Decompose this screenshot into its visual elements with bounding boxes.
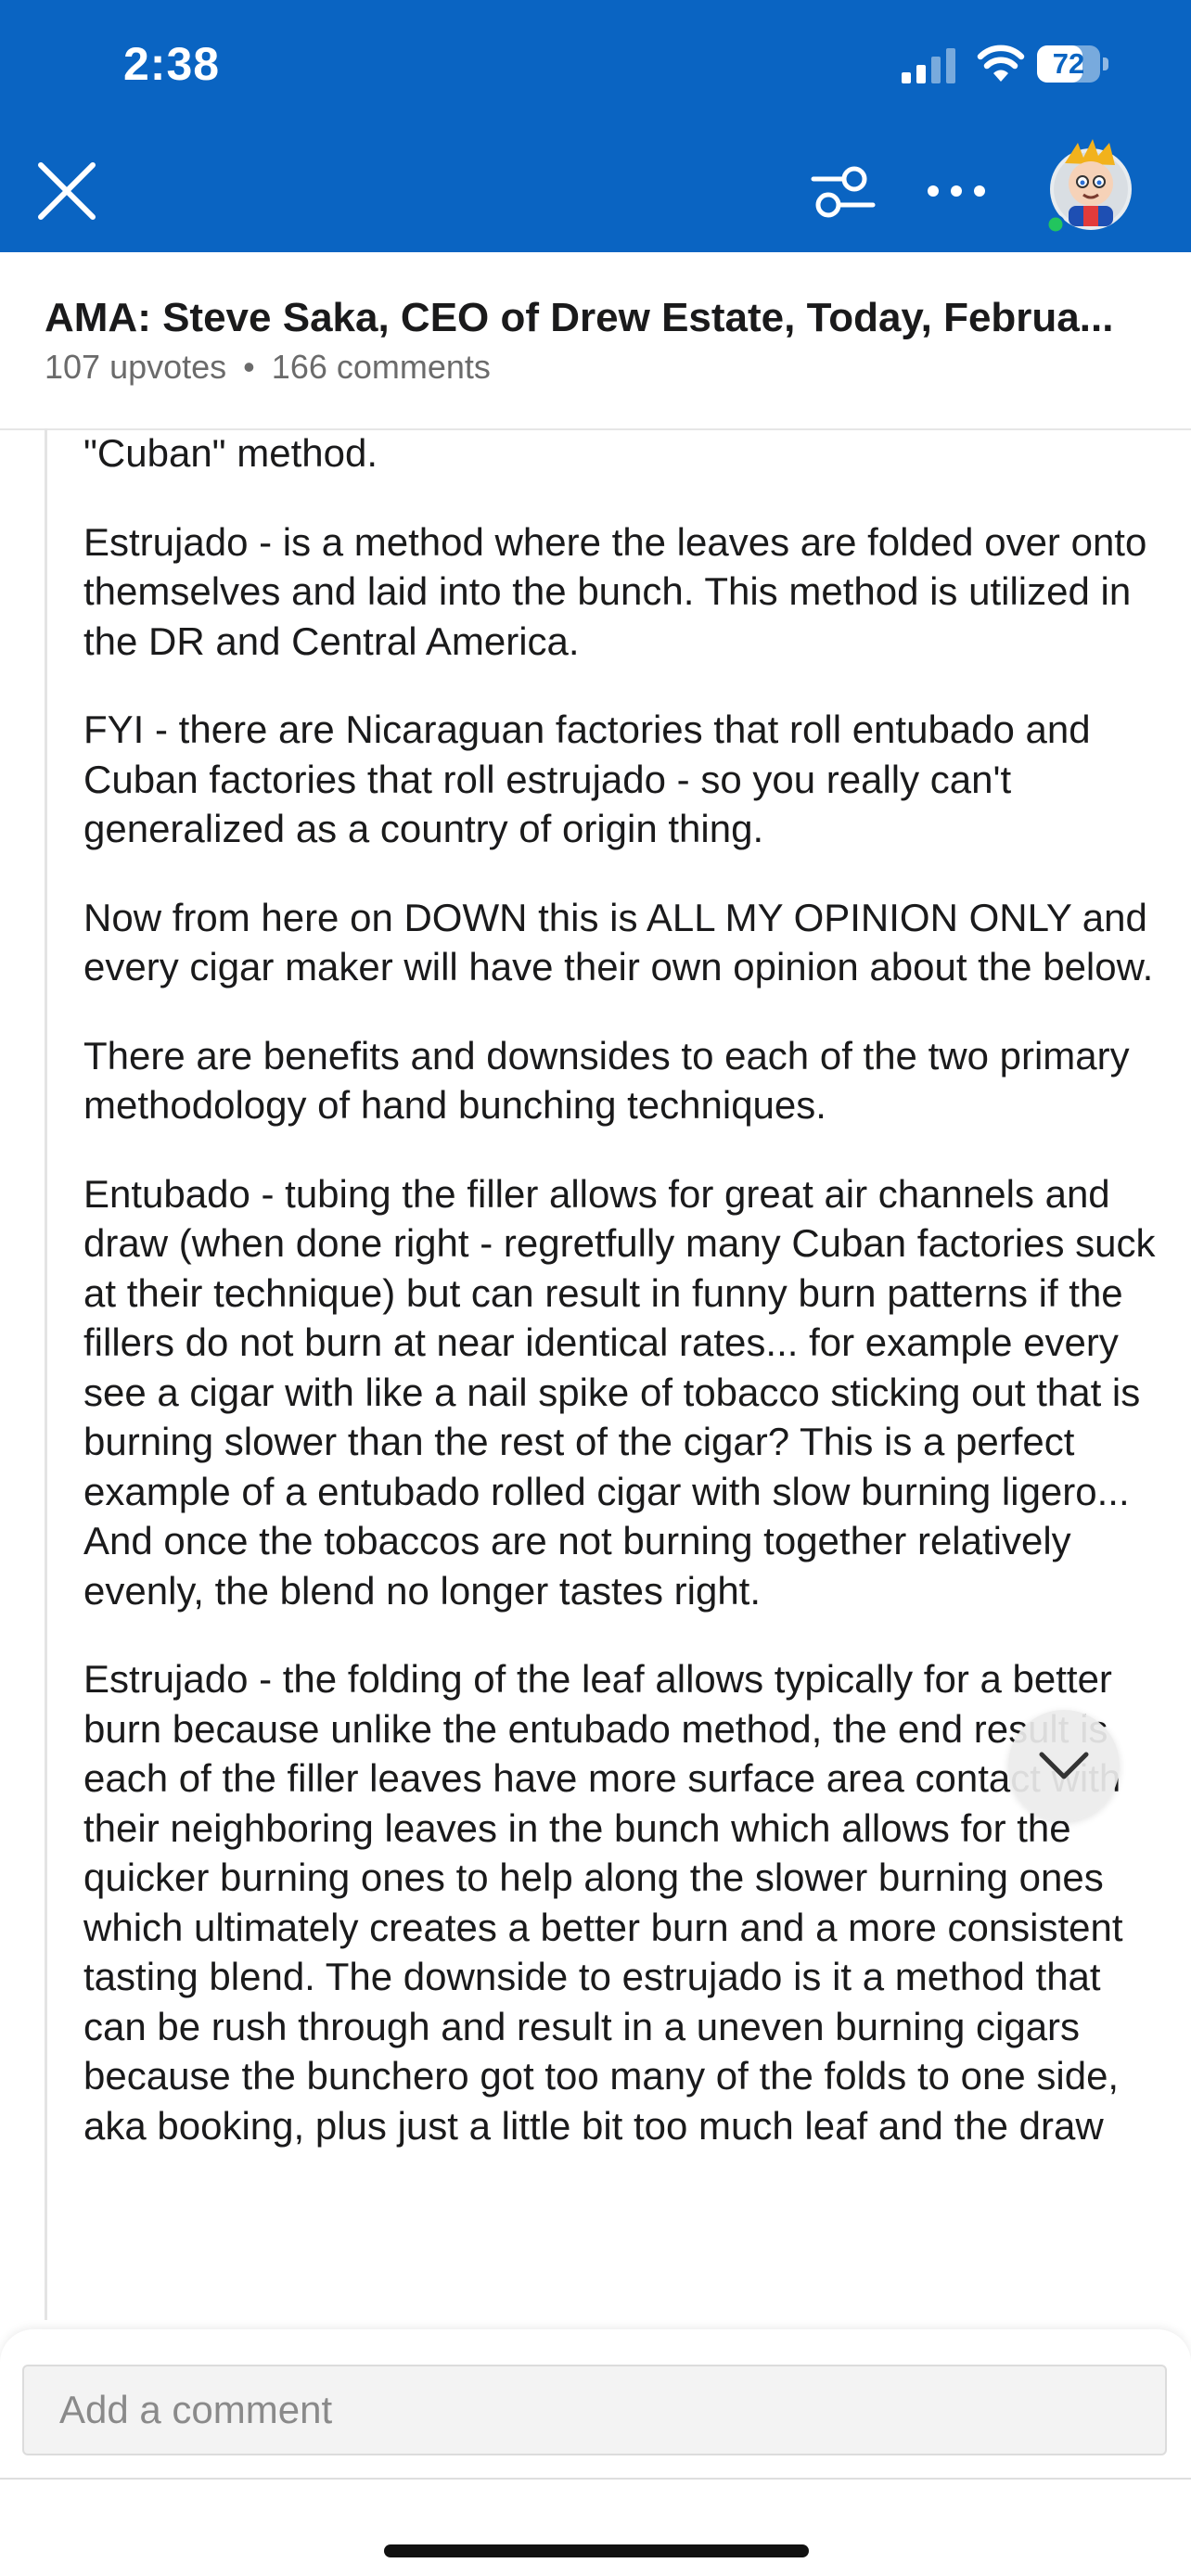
comment-count: 166 comments: [271, 348, 491, 386]
comment-body: "Cuban" method. Estrujado - is a method …: [83, 428, 1159, 2329]
battery-percentage: 72: [1052, 47, 1085, 80]
avatar[interactable]: [1046, 135, 1135, 236]
battery-indicator: 72: [1037, 45, 1111, 83]
comment-paragraph: Estrujado - is a method where the leaves…: [83, 519, 1147, 663]
add-comment-input[interactable]: [22, 2365, 1167, 2455]
comment-paragraph: "Cuban" method.: [83, 431, 378, 475]
comment-composer: [0, 2329, 1191, 2576]
thread-line[interactable]: [45, 428, 47, 2320]
post-title[interactable]: AMA: Steve Saka, CEO of Drew Estate, Tod…: [45, 295, 1158, 341]
more-icon[interactable]: [926, 176, 987, 206]
comment-paragraph: Now from here on DOWN this is ALL MY OPI…: [83, 895, 1154, 989]
home-indicator[interactable]: [384, 2544, 809, 2557]
comment-paragraph: Entubado - tubing the filler allows for …: [83, 1171, 1156, 1613]
meta-separator: •: [243, 348, 255, 386]
top-app-bar: 2:38 72: [0, 0, 1191, 252]
comment-paragraph: There are benefits and downsides to each…: [83, 1033, 1130, 1128]
post-header: AMA: Steve Saka, CEO of Drew Estate, Tod…: [0, 252, 1191, 430]
divider: [0, 2478, 1191, 2480]
post-meta: 107 upvotes • 166 comments: [45, 348, 491, 387]
comment-paragraph: Estrujado - the folding of the leaf allo…: [83, 1657, 1123, 2148]
cellular-signal-icon: [902, 48, 955, 83]
chevron-down-icon: [1039, 1752, 1089, 1779]
sort-filter-icon[interactable]: [810, 163, 877, 221]
status-time: 2:38: [123, 38, 221, 90]
wifi-icon: [977, 45, 1025, 82]
upvote-count: 107 upvotes: [45, 348, 227, 386]
scroll-down-button[interactable]: [1008, 1710, 1120, 1821]
comment-paragraph: FYI - there are Nicaraguan factories tha…: [83, 708, 1091, 850]
battery-tip: [1103, 57, 1108, 70]
close-icon[interactable]: [35, 159, 98, 223]
